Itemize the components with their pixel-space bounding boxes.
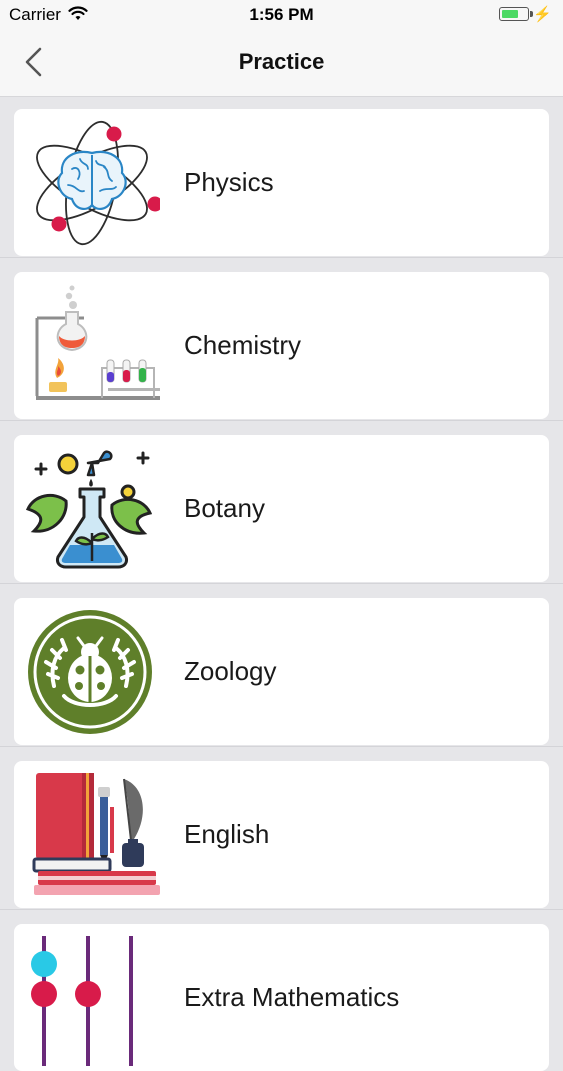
navigation-bar: Practice — [0, 30, 563, 97]
divider — [0, 583, 563, 584]
subject-card-english[interactable]: English — [14, 761, 549, 908]
divider — [0, 257, 563, 258]
subject-label: Physics — [184, 167, 274, 197]
subject-label: English — [184, 819, 270, 849]
status-bar: Carrier 1:56 PM ⚡ — [0, 0, 563, 30]
subject-label: Extra Mathematics — [184, 982, 400, 1012]
page-title: Practice — [238, 49, 325, 74]
subject-card-extra-mathematics[interactable]: Extra Mathematics — [14, 924, 549, 1071]
subject-label: Zoology — [184, 656, 277, 686]
plant-flask-icon — [25, 450, 153, 569]
divider — [0, 420, 563, 421]
atom-brain-icon — [36, 120, 160, 246]
subject-label: Botany — [184, 493, 265, 523]
books-quill-icon — [32, 773, 160, 895]
divider — [0, 909, 563, 910]
subject-label: Chemistry — [184, 330, 302, 360]
battery-icon — [499, 7, 533, 21]
abacus-icon — [31, 936, 133, 1066]
ladybug-emblem-icon — [28, 610, 152, 734]
subject-card-chemistry[interactable]: Chemistry — [14, 272, 549, 419]
charging-bolt-icon: ⚡ — [533, 6, 552, 23]
subject-card-zoology[interactable]: Zoology — [14, 598, 549, 745]
status-time: 1:56 PM — [249, 5, 314, 24]
subject-card-botany[interactable]: Botany — [14, 435, 549, 582]
lab-flask-icon — [35, 285, 160, 400]
divider — [0, 746, 563, 747]
subject-card-physics[interactable]: Physics — [14, 109, 549, 256]
